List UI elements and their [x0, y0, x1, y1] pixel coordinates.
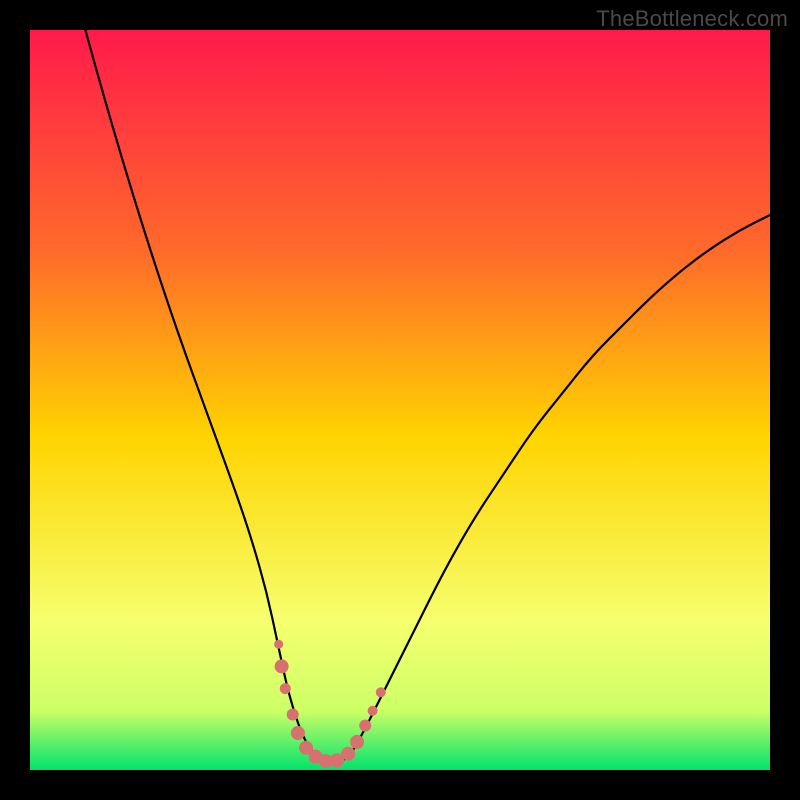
data-marker [275, 659, 289, 673]
data-marker [368, 706, 378, 716]
data-marker [341, 747, 355, 761]
data-marker [291, 726, 305, 740]
watermark-text: TheBottleneck.com [596, 6, 788, 32]
data-marker [350, 735, 364, 749]
data-marker [287, 709, 299, 721]
data-marker [274, 640, 283, 649]
bottleneck-chart [30, 30, 770, 770]
chart-frame: TheBottleneck.com [0, 0, 800, 800]
plot-area [30, 30, 770, 770]
data-marker [280, 683, 291, 694]
data-marker [376, 687, 386, 697]
data-marker [359, 720, 371, 732]
